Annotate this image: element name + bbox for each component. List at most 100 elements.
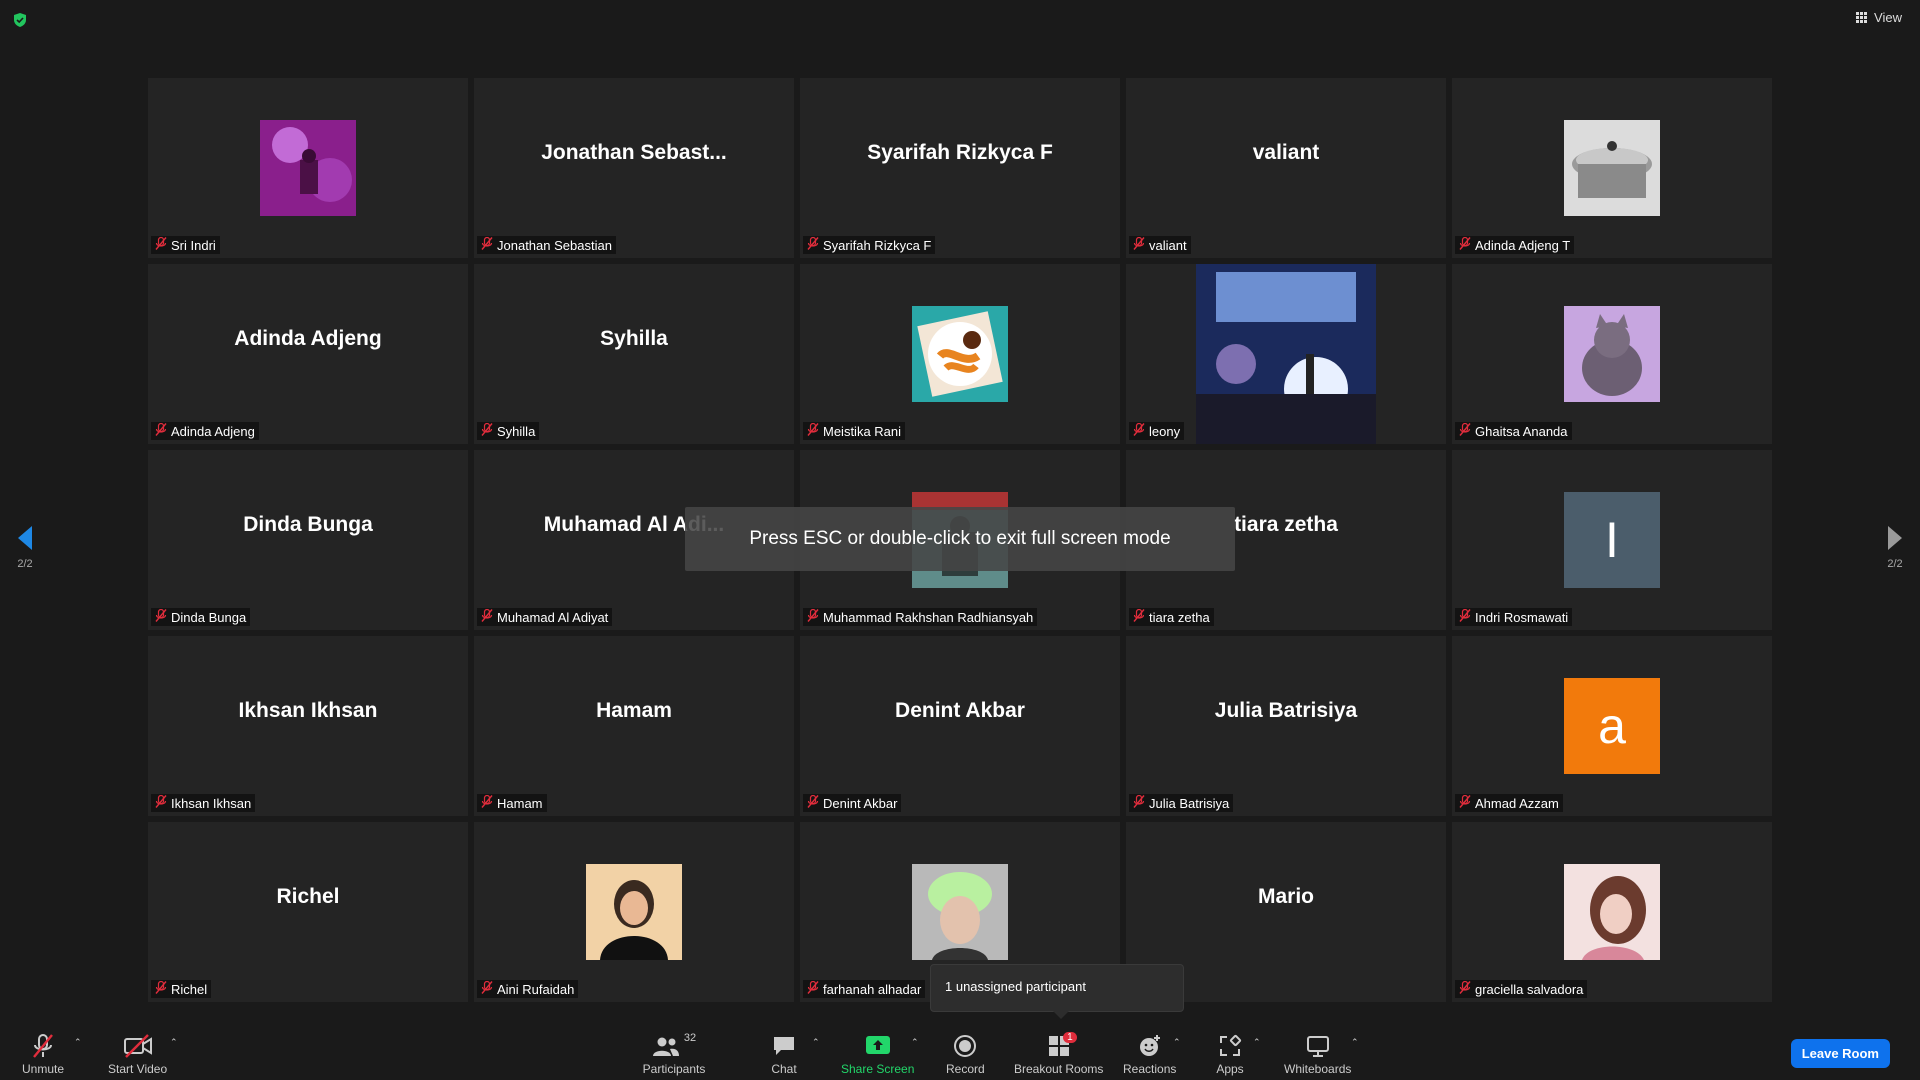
- participant-name: tiara zetha: [1149, 609, 1210, 625]
- participant-display-name: Denint Akbar: [895, 699, 1025, 722]
- participant-name: valiant: [1149, 237, 1187, 253]
- participant-tile[interactable]: Richel Richel: [148, 822, 468, 1002]
- participant-tile[interactable]: graciella salvadora: [1452, 822, 1772, 1002]
- participant-name: Syarifah Rizkyca F: [823, 237, 932, 253]
- video-off-icon: [123, 1034, 152, 1058]
- participant-name-label: Richel: [151, 980, 212, 998]
- participant-name: Richel: [171, 981, 208, 997]
- whiteboards-options-chevron-up-icon[interactable]: ⌃: [1351, 1037, 1359, 1048]
- chat-options-chevron-up-icon[interactable]: ⌃: [812, 1037, 820, 1048]
- muted-mic-icon: [155, 980, 167, 997]
- video-options-chevron-up-icon[interactable]: ⌃: [170, 1037, 178, 1048]
- participant-name-label: Meistika Rani: [803, 422, 906, 440]
- view-button[interactable]: View: [1856, 10, 1902, 25]
- share-screen-button[interactable]: Share Screen: [841, 1032, 914, 1076]
- arrow-left-icon[interactable]: [16, 524, 34, 552]
- participant-tile[interactable]: Ikhsan Ikhsan Ikhsan Ikhsan: [148, 636, 468, 816]
- participant-tile[interactable]: Jonathan Sebast... Jonathan Sebastian: [474, 78, 794, 258]
- arrow-right-icon[interactable]: [1886, 524, 1904, 552]
- participant-name: graciella salvadora: [1475, 981, 1584, 997]
- security-shield-icon[interactable]: [12, 12, 28, 28]
- participant-tile[interactable]: Hamam Hamam: [474, 636, 794, 816]
- participant-profile-photo: [1564, 864, 1660, 960]
- participant-name-label: valiant: [1129, 236, 1191, 254]
- participant-display-name: Julia Batrisiya: [1214, 699, 1358, 722]
- unassigned-participant-tooltip[interactable]: 1 unassigned participant: [930, 964, 1184, 1019]
- participant-profile-photo: [912, 306, 1008, 402]
- muted-mic-icon: [1459, 794, 1471, 811]
- next-page-nav[interactable]: 2/2: [1886, 524, 1904, 570]
- start-video-button[interactable]: Start Video: [108, 1032, 167, 1076]
- page-indicator-left: 2/2: [17, 558, 33, 570]
- participant-tile[interactable]: leony: [1126, 264, 1446, 444]
- breakout-badge: 1: [1063, 1032, 1077, 1043]
- previous-page-nav[interactable]: 2/2: [16, 524, 34, 570]
- participant-display-name: Dinda Bunga: [243, 513, 373, 536]
- participant-name: Ikhsan Ikhsan: [171, 795, 252, 811]
- participant-tile[interactable]: Sri Indri: [148, 78, 468, 258]
- muted-mic-icon: [807, 608, 819, 625]
- participant-name-label: Indri Rosmawati: [1455, 608, 1573, 626]
- muted-mic-icon: [481, 236, 493, 253]
- muted-mic-icon: [155, 608, 167, 625]
- breakout-rooms-button[interactable]: 1 Breakout Rooms: [1014, 1032, 1103, 1076]
- unmute-button[interactable]: Unmute: [22, 1032, 64, 1076]
- participant-name: Hamam: [497, 795, 543, 811]
- participant-tile[interactable]: Julia Batrisiya Julia Batrisiya: [1126, 636, 1446, 816]
- muted-mic-icon: [481, 422, 493, 439]
- chat-icon: [774, 1037, 794, 1055]
- chat-button[interactable]: Chat: [766, 1032, 802, 1076]
- participant-name: leony: [1149, 423, 1181, 439]
- participant-profile-photo: [1196, 264, 1376, 444]
- participant-name-label: tiara zetha: [1129, 608, 1214, 626]
- participant-tile[interactable]: Syhilla Syhilla: [474, 264, 794, 444]
- participant-avatar: I: [1564, 492, 1660, 588]
- share-screen-label: Share Screen: [841, 1062, 915, 1076]
- participant-tile[interactable]: Ghaitsa Ananda: [1452, 264, 1772, 444]
- participant-name: Denint Akbar: [823, 795, 898, 811]
- apps-button[interactable]: Apps: [1212, 1032, 1248, 1076]
- leave-room-button[interactable]: Leave Room: [1790, 1039, 1890, 1068]
- record-button[interactable]: Record: [946, 1032, 985, 1076]
- participant-tile[interactable]: Syarifah Rizkyca F Syarifah Rizkyca F: [800, 78, 1120, 258]
- participant-name-label: Ghaitsa Ananda: [1455, 422, 1572, 440]
- participant-tile[interactable]: valiant valiant: [1126, 78, 1446, 258]
- grid-view-icon: [1856, 11, 1868, 24]
- view-label: View: [1874, 10, 1902, 25]
- unmute-label: Unmute: [22, 1062, 65, 1076]
- participants-button[interactable]: 32 Participants: [642, 1032, 706, 1076]
- participant-tile[interactable]: I Indri Rosmawati: [1452, 450, 1772, 630]
- muted-mic-icon: [807, 794, 819, 811]
- participant-name-label: Muhamad Al Adiyat: [477, 608, 613, 626]
- reactions-options-chevron-up-icon[interactable]: ⌃: [1173, 1037, 1181, 1048]
- share-options-chevron-up-icon[interactable]: ⌃: [911, 1037, 919, 1048]
- apps-label: Apps: [1216, 1062, 1244, 1076]
- participant-display-name: Syhilla: [600, 327, 668, 350]
- audio-options-chevron-up-icon[interactable]: ⌃: [74, 1037, 82, 1048]
- participant-tile[interactable]: Dinda Bunga Dinda Bunga: [148, 450, 468, 630]
- participant-display-name: Mario: [1257, 885, 1314, 908]
- participant-name: Indri Rosmawati: [1475, 609, 1569, 625]
- muted-mic-icon: [1459, 422, 1471, 439]
- participant-tile[interactable]: a Ahmad Azzam: [1452, 636, 1772, 816]
- apps-icon: [1220, 1034, 1242, 1056]
- participant-name-label: Syhilla: [477, 422, 540, 440]
- participant-tile[interactable]: Denint Akbar Denint Akbar: [800, 636, 1120, 816]
- participants-label: Participants: [642, 1062, 706, 1076]
- participant-name: Muhammad Rakhshan Radhiansyah: [823, 609, 1034, 625]
- participant-name: Muhamad Al Adiyat: [497, 609, 609, 625]
- participant-tile[interactable]: Adinda Adjeng T: [1452, 78, 1772, 258]
- reactions-button[interactable]: Reactions: [1123, 1032, 1176, 1076]
- muted-mic-icon: [807, 422, 819, 439]
- toast-text: Press ESC or double-click to exit full s…: [749, 528, 1171, 549]
- participant-tile[interactable]: Aini Rufaidah: [474, 822, 794, 1002]
- participant-name: Julia Batrisiya: [1149, 795, 1230, 811]
- whiteboard-icon: [1306, 1036, 1329, 1057]
- participant-display-name: Hamam: [596, 699, 672, 722]
- apps-options-chevron-up-icon[interactable]: ⌃: [1253, 1037, 1261, 1048]
- participant-tile[interactable]: Adinda Adjeng Adinda Adjeng: [148, 264, 468, 444]
- whiteboards-button[interactable]: Whiteboards: [1284, 1032, 1351, 1076]
- avatar-letter: I: [1605, 512, 1619, 568]
- participant-tile[interactable]: Meistika Rani: [800, 264, 1120, 444]
- page-indicator-right: 2/2: [1887, 558, 1903, 570]
